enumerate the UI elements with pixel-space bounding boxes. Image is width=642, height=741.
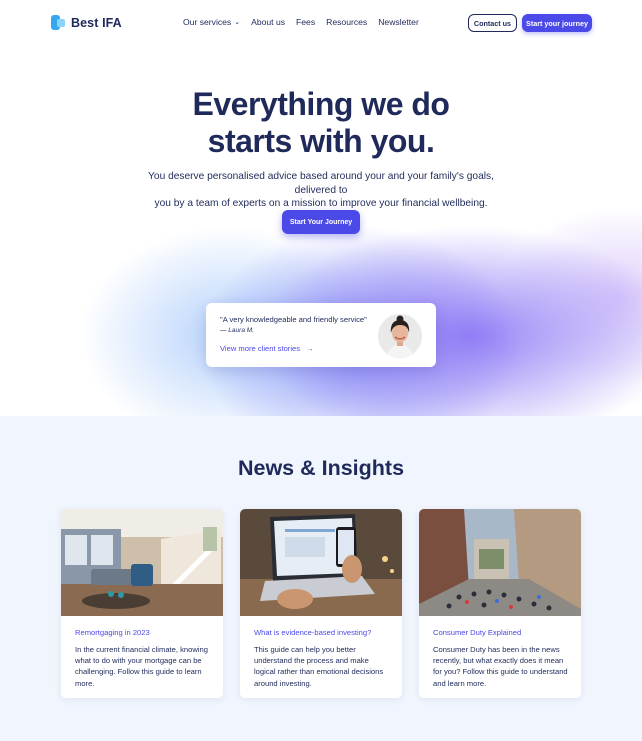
nav-links: Our services ⌄ About us Fees Resources Ne… — [183, 17, 419, 27]
card-title[interactable]: What is evidence-based investing? — [254, 628, 371, 637]
testimonial-quote: "A very knowledgeable and friendly servi… — [220, 315, 367, 324]
nav-link-resources[interactable]: Resources — [326, 17, 367, 27]
news-card-evidence-based[interactable]: What is evidence-based investing? This g… — [240, 509, 402, 698]
logo-mark-icon — [51, 15, 65, 30]
nav-link-our-services[interactable]: Our services ⌄ — [183, 17, 240, 27]
brand-logo[interactable]: Best IFA — [51, 15, 122, 30]
nav-link-newsletter[interactable]: Newsletter — [378, 17, 419, 27]
testimonial-card: "A very knowledgeable and friendly servi… — [206, 303, 436, 367]
hero-start-journey-button[interactable]: Start Your Journey — [282, 210, 360, 234]
arrow-right-icon: → — [306, 344, 314, 353]
nav-link-fees[interactable]: Fees — [296, 17, 315, 27]
laptop-phone-image — [240, 509, 402, 616]
testimonial-author: — Laura M. — [220, 327, 254, 334]
card-title[interactable]: Consumer Duty Explained — [433, 628, 521, 637]
card-body: This guide can help you better understan… — [254, 645, 384, 688]
chevron-down-icon: ⌄ — [234, 19, 241, 26]
start-journey-button[interactable]: Start your journey — [522, 14, 592, 32]
hero-subtitle: You deserve personalised advice based ar… — [148, 171, 494, 209]
card-title[interactable]: Remortgaging in 2023 — [75, 628, 150, 637]
news-card-remortgaging[interactable]: Remortgaging in 2023 In the current fina… — [61, 509, 223, 698]
client-avatar — [378, 314, 422, 358]
brand-name: Best IFA — [71, 15, 122, 30]
news-card-consumer-duty[interactable]: Consumer Duty Explained Consumer Duty ha… — [419, 509, 581, 698]
living-room-image — [61, 509, 223, 616]
contact-us-button[interactable]: Contact us — [468, 14, 517, 32]
top-navigation: Best IFA Our services ⌄ About us Fees Res… — [0, 0, 642, 46]
view-client-stories-link[interactable]: View more client stories → — [220, 344, 314, 353]
city-street-image — [419, 509, 581, 616]
card-body: Consumer Duty has been in the news recen… — [433, 645, 568, 688]
news-title: News & Insights — [237, 456, 405, 480]
nav-link-about-us[interactable]: About us — [251, 17, 285, 27]
card-body: In the current financial climate, knowin… — [75, 645, 208, 688]
hero-title: Everything we do starts with you. — [192, 86, 450, 159]
